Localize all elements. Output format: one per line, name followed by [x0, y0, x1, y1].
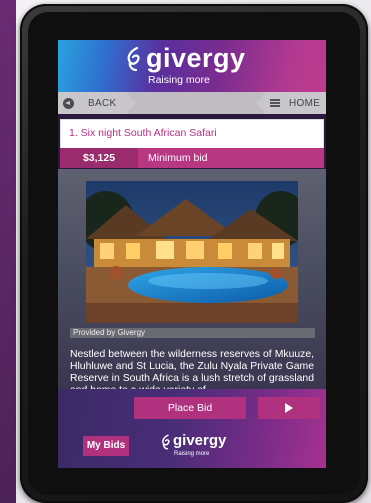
back-label: BACK	[88, 97, 117, 109]
page-side-strip	[0, 0, 16, 503]
my-bids-button[interactable]: My Bids	[83, 436, 129, 456]
givergy-logo-icon	[127, 46, 140, 72]
bid-label: Minimum bid	[148, 152, 208, 164]
back-button[interactable]: BACK	[58, 92, 136, 114]
next-lot-button[interactable]	[258, 397, 320, 419]
back-arrow-icon	[63, 97, 74, 109]
brand-logo-text: givergy	[146, 43, 246, 73]
lot-title-card[interactable]: 1. Six night South African Safari	[60, 119, 324, 149]
home-button[interactable]: HOME	[256, 92, 326, 114]
footer-tagline: Raising more	[174, 451, 210, 457]
footer-logo-icon	[162, 434, 170, 450]
app-screen: givergy Raising more BACK HOME 1. Six ni…	[58, 40, 326, 468]
footer-logo-text: givergy	[173, 432, 227, 449]
brand-tagline: Raising more	[148, 74, 210, 86]
photo-caption: Provided by Givergy	[70, 328, 315, 338]
menu-icon	[270, 99, 280, 107]
place-bid-button[interactable]: Place Bid	[134, 397, 246, 419]
lot-title: 1. Six night South African Safari	[69, 127, 217, 139]
lot-photo[interactable]	[86, 181, 298, 323]
safari-lodge-photo	[86, 181, 298, 323]
action-bar: Place Bid My Bids givergy Raising more	[58, 389, 326, 468]
bid-amount: $3,125	[60, 148, 138, 168]
lot-content: Provided by Givergy Nestled between the …	[58, 169, 326, 396]
nav-bar: BACK HOME	[58, 92, 326, 114]
header-banner: givergy Raising more	[58, 40, 326, 92]
bid-info-row: $3,125 Minimum bid	[60, 148, 324, 168]
home-label: HOME	[289, 97, 321, 109]
